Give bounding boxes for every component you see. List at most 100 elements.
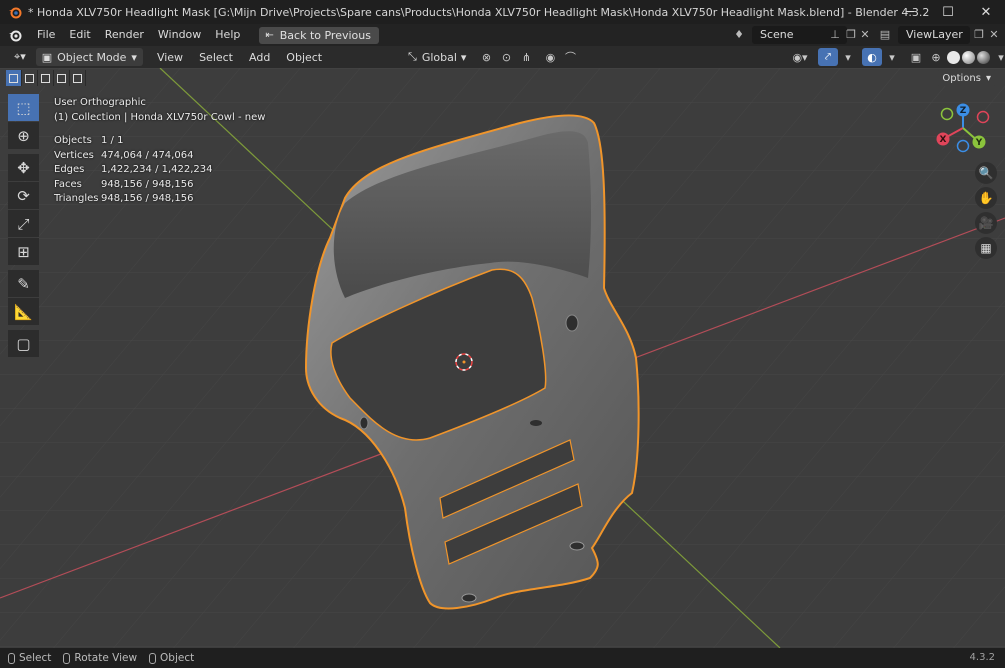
gizmo-x-label: X [940,135,947,145]
remove-scene-icon[interactable]: ✕ [858,28,872,42]
transform-orientation-dropdown[interactable]: ⤡ Global ▾ [402,48,472,66]
header-menu-select[interactable]: Select [191,51,241,64]
wireframe-shading-icon[interactable]: ⊕ [926,48,946,66]
status-select: Select [8,652,51,664]
chevron-down-icon: ▾ [985,72,991,84]
gizmo-dropdown-icon[interactable]: ▾ [838,48,858,66]
material-preview-icon[interactable] [962,50,975,64]
header-menu-view[interactable]: View [149,51,191,64]
xray-toggle-icon[interactable]: ▣ [906,48,926,66]
status-bar: Select Rotate View Object 4.3.2 [0,648,1005,668]
menu-help[interactable]: Help [208,24,247,46]
shading-dropdown-icon[interactable]: ▾ [991,48,1005,66]
annotate-tool-icon[interactable]: ✎ [8,270,39,297]
camera-view-icon[interactable]: 🎥 [975,212,997,234]
remove-view-layer-icon[interactable]: ✕ [987,28,1001,42]
select-intersect-icon[interactable] [70,70,86,86]
back-to-previous-label: Back to Previous [279,28,371,42]
blender-menu-icon[interactable] [0,24,30,46]
menu-render[interactable]: Render [98,24,151,46]
select-subtract-icon[interactable] [38,70,54,86]
stat-row: Triangles 948,156 / 948,156 [54,193,194,204]
scene-icon[interactable]: ♦ [732,28,746,42]
header-menu-object[interactable]: Object [278,51,330,64]
pin-icon[interactable]: ⊥ [828,28,842,42]
visibility-icon[interactable]: ◉▾ [790,48,810,66]
status-object: Object [149,652,194,664]
viewport-header: ⌖▾ ▣ Object Mode ▾ View Select Add Objec… [0,46,1005,68]
status-rotate: Rotate View [63,652,137,664]
stat-row: Objects 1 / 1 [54,135,124,146]
stat-row: Edges 1,422,234 / 1,422,234 [54,164,213,175]
maximize-button[interactable]: ☐ [929,0,967,24]
chevron-down-icon: ▾ [131,50,137,64]
view-layer-name-field[interactable]: ViewLayer [898,26,970,44]
select-invert-icon[interactable] [54,70,70,86]
menu-edit[interactable]: Edit [62,24,97,46]
select-new-icon[interactable] [6,70,22,86]
ortho-grid-icon[interactable]: ▦ [975,237,997,259]
close-button[interactable]: ✕ [967,0,1005,24]
select-box-tool-icon[interactable]: ⬚ [8,94,39,121]
back-arrow-icon: ⇤ [265,29,274,41]
options-dropdown[interactable]: Options ▾ [936,70,997,86]
mode-dropdown[interactable]: ▣ Object Mode ▾ [35,48,143,66]
snap-toggle-icon[interactable]: ⊙ [496,48,516,66]
new-scene-icon[interactable]: ❐ [844,28,858,42]
stat-row: Vertices 474,064 / 474,064 [54,149,194,161]
menu-bar: File Edit Render Window Help ⇤ Back to P… [0,24,1005,46]
options-label: Options [942,72,981,84]
move-tool-icon[interactable]: ✥ [8,154,39,181]
scale-tool-icon[interactable]: ⤢ [8,210,39,237]
chevron-down-icon: ▾ [460,50,467,64]
gizmo-z-label: Z [960,106,967,116]
rotate-tool-icon[interactable]: ⟳ [8,182,39,209]
zoom-icon[interactable]: 🔍 [975,162,997,184]
view-layer-icon[interactable]: ▤ [878,28,892,42]
tool-shelf: ⬚ ⊕ ✥ ⟳ ⤢ ⊞ ✎ 📐 ▢ [8,94,39,358]
select-extend-icon[interactable] [22,70,38,86]
back-to-previous-button[interactable]: ⇤ Back to Previous [259,26,379,44]
add-cube-tool-icon[interactable]: ▢ [8,330,39,357]
minimize-button[interactable]: ─ [891,0,929,24]
pivot-point-icon[interactable]: ⊗ [476,48,496,66]
menu-window[interactable]: Window [151,24,208,46]
mouse-left-icon [8,652,15,664]
show-gizmo-icon[interactable]: ⤤ [818,48,838,66]
editor-type-dropdown[interactable]: ⌖▾ [8,48,32,66]
falloff-icon[interactable]: ⌒ [560,48,580,66]
transform-tool-icon[interactable]: ⊞ [8,238,39,265]
window-title: * Honda XLV750r Headlight Mask [G:\Mijn … [28,5,930,19]
viewport-overlay-text: User Orthographic (1) Collection | Honda… [54,96,265,207]
view-layer-selector: ▤ ViewLayer ❐ ✕ [876,26,1001,44]
view-name: User Orthographic [54,97,146,108]
measure-tool-icon[interactable]: 📐 [8,298,39,325]
snap-target-icon[interactable]: ⋔ [516,48,536,66]
pan-hand-icon[interactable]: ✋ [975,187,997,209]
solid-shading-icon[interactable] [947,50,960,64]
header-menu-add[interactable]: Add [241,51,278,64]
cursor-tool-icon[interactable]: ⊕ [8,122,39,149]
gizmo-y-label: Y [975,138,983,148]
scene-statistics: Objects 1 / 1 Vertices 474,064 / 474,064 E… [54,134,265,207]
title-bar: * Honda XLV750r Headlight Mask [G:\Mijn … [0,0,1005,24]
orientation-icon: ⤡ [408,50,417,63]
selection-mode-buttons [6,70,86,86]
editor-type-icon: ⌖▾ [14,50,26,63]
version-label: 4.3.2 [969,652,995,663]
view-toggles-group: ◉▾ ⤤ ▾ ◐ ▾ ▣ ⊕ ▾ [790,48,1005,66]
object-mode-icon: ▣ [41,50,53,64]
overlays-dropdown-icon[interactable]: ▾ [882,48,902,66]
collection-info: (1) Collection | Honda XLV750r Cowl - ne… [54,111,266,123]
mouse-right-icon [149,652,157,664]
mouse-middle-icon [63,652,71,664]
rendered-shading-icon[interactable] [977,50,990,64]
orientation-label: Global [421,50,457,64]
proportional-edit-icon[interactable]: ◉ [540,48,560,66]
blender-logo-icon [9,7,22,19]
new-view-layer-icon[interactable]: ❐ [972,28,986,42]
scene-selector: ♦ Scene ⊥ ❐ ✕ [730,26,870,44]
show-overlays-icon[interactable]: ◐ [862,48,882,66]
stat-row: Faces 948,156 / 948,156 [54,178,194,190]
menu-file[interactable]: File [30,24,62,46]
